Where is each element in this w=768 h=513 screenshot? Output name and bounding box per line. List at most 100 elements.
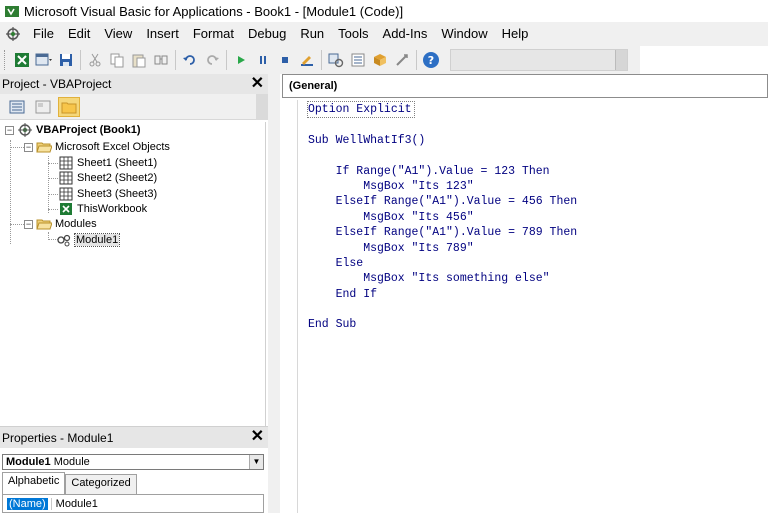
tree-item-module1[interactable]: Module1	[56, 232, 121, 248]
vba-menu-icon[interactable]	[4, 25, 22, 43]
property-name: (Name)	[7, 497, 48, 510]
standard-toolbar: ?	[0, 46, 640, 74]
properties-pane-title-text: Properties - Module1	[2, 430, 114, 445]
copy-icon[interactable]	[106, 49, 128, 71]
find-icon[interactable]	[150, 49, 172, 71]
collapse-icon[interactable]: −	[24, 219, 33, 229]
tree-item-modules[interactable]: − Modules	[24, 216, 97, 232]
tab-alphabetic[interactable]: Alphabetic	[2, 472, 66, 494]
pane-splitter[interactable]	[268, 74, 280, 513]
tab-categorized[interactable]: Categorized	[65, 474, 137, 494]
project-explorer: Project - VBAProject ✕ − VBAProject (Boo…	[0, 74, 268, 426]
tree-label: Modules	[55, 218, 97, 230]
menu-bar: File Edit View Insert Format Debug Run T…	[0, 22, 768, 46]
code-line[interactable]: MsgBox "Its 789"	[308, 241, 577, 256]
folder-open-icon	[36, 140, 52, 154]
tree-label: Sheet2 (Sheet2)	[77, 172, 158, 184]
code-line[interactable]: ElseIf Range("A1").Value = 456 Then	[308, 194, 578, 209]
project-toolbar-scroll[interactable]	[256, 94, 268, 120]
menu-run[interactable]: Run	[293, 22, 331, 46]
design-mode-icon[interactable]	[296, 49, 318, 71]
toolbar-separator	[321, 50, 322, 70]
chevron-down-icon[interactable]	[615, 50, 627, 70]
code-line[interactable]: ElseIf Range("A1").Value = 789 Then	[308, 225, 578, 240]
vbaproject-icon	[17, 123, 33, 137]
properties-object-name: Module1	[6, 456, 51, 468]
view-code-icon[interactable]	[6, 97, 28, 117]
menu-view[interactable]: View	[97, 22, 139, 46]
tree-item-sheet1[interactable]: Sheet1 (Sheet1)	[58, 155, 157, 171]
tree-item-thisworkbook[interactable]: ThisWorkbook	[58, 201, 147, 217]
menu-tools[interactable]: Tools	[331, 22, 375, 46]
object-browser-icon[interactable]	[369, 49, 391, 71]
properties-object-select[interactable]: Module1 Module ▼	[2, 454, 264, 470]
menu-help[interactable]: Help	[495, 22, 536, 46]
tree-item-sheet2[interactable]: Sheet2 (Sheet2)	[58, 170, 157, 186]
properties-tabs: Alphabetic Categorized	[2, 472, 137, 494]
tree-item-excel-objects[interactable]: − Microsoft Excel Objects	[24, 139, 170, 155]
project-tree: − VBAProject (Book1) − Microsoft Excel O…	[0, 122, 266, 426]
collapse-icon[interactable]: −	[24, 142, 33, 152]
toolbar-grip[interactable]	[4, 50, 8, 70]
toolbar-separator	[226, 50, 227, 70]
code-line[interactable]: Else	[308, 256, 577, 271]
project-explorer-icon[interactable]	[325, 49, 347, 71]
code-line[interactable]: MsgBox "Its 123"	[308, 179, 577, 194]
menu-insert[interactable]: Insert	[139, 22, 186, 46]
code-line[interactable]: Sub WellWhatIf3()	[308, 133, 577, 148]
code-line[interactable]: MsgBox "Its something else"	[308, 271, 577, 286]
undo-icon[interactable]	[179, 49, 201, 71]
close-icon[interactable]: ✕	[251, 427, 264, 447]
menu-format[interactable]: Format	[186, 22, 241, 46]
toolbar-separator	[416, 50, 417, 70]
menu-edit[interactable]: Edit	[61, 22, 97, 46]
tree-label: ThisWorkbook	[77, 203, 148, 215]
module-icon	[56, 233, 72, 247]
close-icon[interactable]: ✕	[251, 74, 264, 94]
window-title: Microsoft Visual Basic for Applications …	[24, 3, 404, 19]
code-line[interactable]: Option Explicit	[307, 100, 415, 119]
toolbox-icon[interactable]	[391, 49, 413, 71]
chevron-down-icon[interactable]: ▼	[249, 455, 263, 469]
properties-icon[interactable]	[347, 49, 369, 71]
view-object-icon[interactable]	[32, 97, 54, 117]
help-icon[interactable]: ?	[420, 49, 442, 71]
save-icon[interactable]	[55, 49, 77, 71]
code-line[interactable]	[308, 117, 577, 132]
view-excel-icon[interactable]	[11, 49, 33, 71]
paste-icon[interactable]	[128, 49, 150, 71]
menu-add-ins[interactable]: Add-Ins	[376, 22, 435, 46]
tree-item-sheet3[interactable]: Sheet3 (Sheet3)	[58, 186, 157, 202]
title-bar: Microsoft Visual Basic for Applications …	[0, 0, 768, 22]
toolbar-empty-area	[640, 46, 768, 74]
redo-icon[interactable]	[201, 49, 223, 71]
code-object-combo[interactable]: (General)	[282, 74, 768, 98]
code-editor[interactable]: Option Explicit Sub WellWhatIf3() If Ran…	[282, 100, 768, 513]
properties-grid-row[interactable]: (Name) Module1	[2, 494, 264, 513]
break-icon[interactable]	[252, 49, 274, 71]
toggle-folders-icon[interactable]	[58, 96, 80, 117]
property-value[interactable]: Module1	[50, 497, 98, 510]
menu-window[interactable]: Window	[434, 22, 494, 46]
worksheet-icon	[58, 187, 74, 201]
reset-icon[interactable]	[274, 49, 296, 71]
code-line[interactable]	[308, 302, 577, 317]
code-line[interactable]: End If	[308, 287, 577, 302]
menu-debug[interactable]: Debug	[241, 22, 293, 46]
code-line[interactable]: End Sub	[308, 317, 577, 332]
tree-item-vbaproject[interactable]: − VBAProject (Book1)	[5, 122, 141, 138]
toolbar-position-box[interactable]	[450, 49, 628, 71]
collapse-icon[interactable]: −	[5, 125, 14, 135]
code-line[interactable]: If Range("A1").Value = 123 Then	[308, 164, 577, 179]
cut-icon[interactable]	[84, 49, 106, 71]
properties-window: Properties - Module1 ✕ Module1 Module ▼ …	[0, 426, 268, 513]
run-icon[interactable]	[230, 49, 252, 71]
properties-pane-title: Properties - Module1 ✕	[0, 426, 268, 448]
code-lines[interactable]: Option Explicit Sub WellWhatIf3() If Ran…	[307, 100, 578, 333]
code-line[interactable]	[308, 148, 577, 163]
code-margin-indicator-bar[interactable]	[282, 100, 298, 513]
menu-file[interactable]: File	[26, 22, 61, 46]
workbook-icon	[58, 202, 74, 216]
insert-userform-icon[interactable]	[33, 49, 55, 71]
code-line[interactable]: MsgBox "Its 456"	[308, 210, 577, 225]
